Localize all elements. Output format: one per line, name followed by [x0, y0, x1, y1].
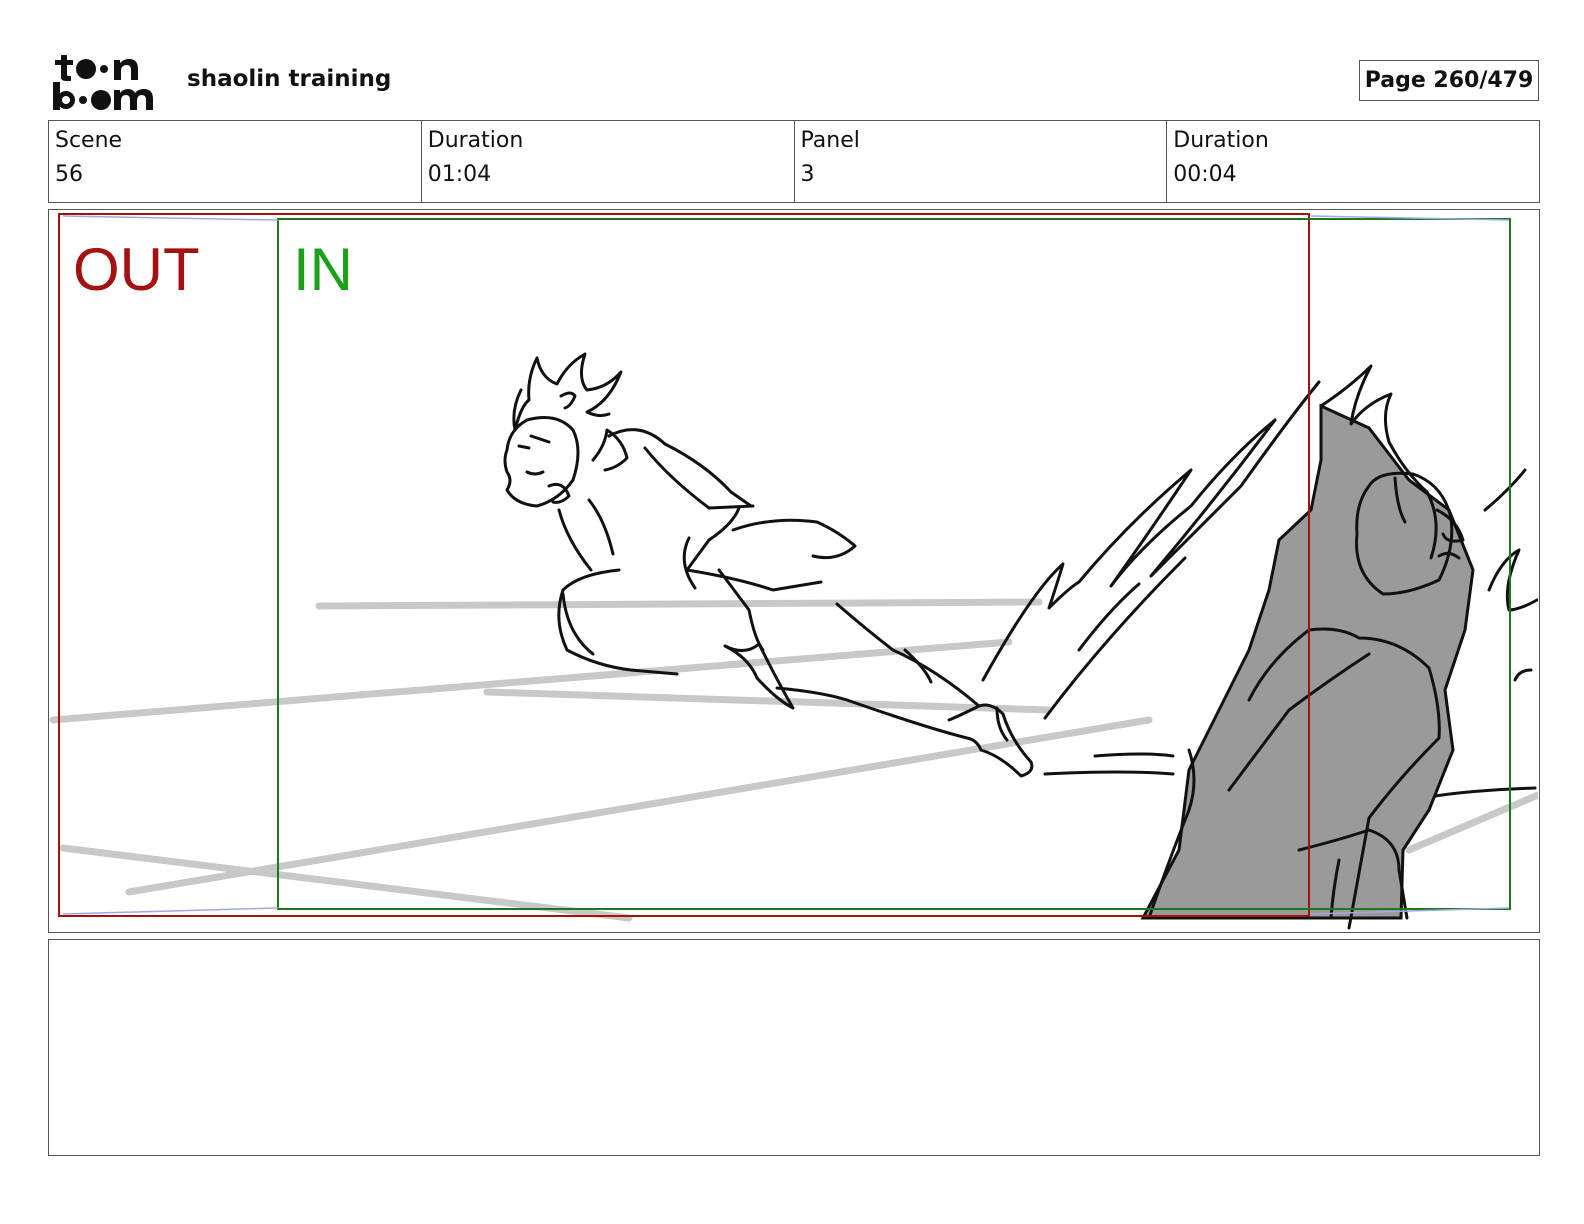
- out-label: OUT: [73, 236, 200, 303]
- scene-duration-value: 01:04: [427, 162, 492, 187]
- panel-cell: Panel 3: [795, 121, 1168, 202]
- scene-duration-label: Duration: [427, 128, 524, 153]
- panel-label: Panel: [800, 128, 860, 153]
- scene-duration-cell: Duration 01:04: [422, 121, 795, 202]
- scene-value: 56: [55, 162, 83, 187]
- scene-info-table: Scene 56 Duration 01:04 Panel 3 Duration…: [48, 120, 1540, 203]
- toon-boom-logo: [53, 55, 153, 110]
- scene-label: Scene: [55, 128, 123, 153]
- panel-notes-box[interactable]: [48, 939, 1540, 1156]
- panel-duration-label: Duration: [1173, 128, 1269, 153]
- panel-duration-value: 00:04: [1173, 162, 1237, 187]
- panel-duration-cell: Duration 00:04: [1167, 121, 1539, 202]
- storyboard-panel: OUT IN: [48, 209, 1540, 933]
- panel-value: 3: [800, 162, 815, 187]
- project-title: shaolin training: [187, 66, 392, 92]
- in-label: IN: [293, 236, 353, 303]
- page-number: Page 260/479: [1359, 60, 1539, 101]
- panel-drawing: [49, 213, 1538, 930]
- scene-cell: Scene 56: [49, 121, 422, 202]
